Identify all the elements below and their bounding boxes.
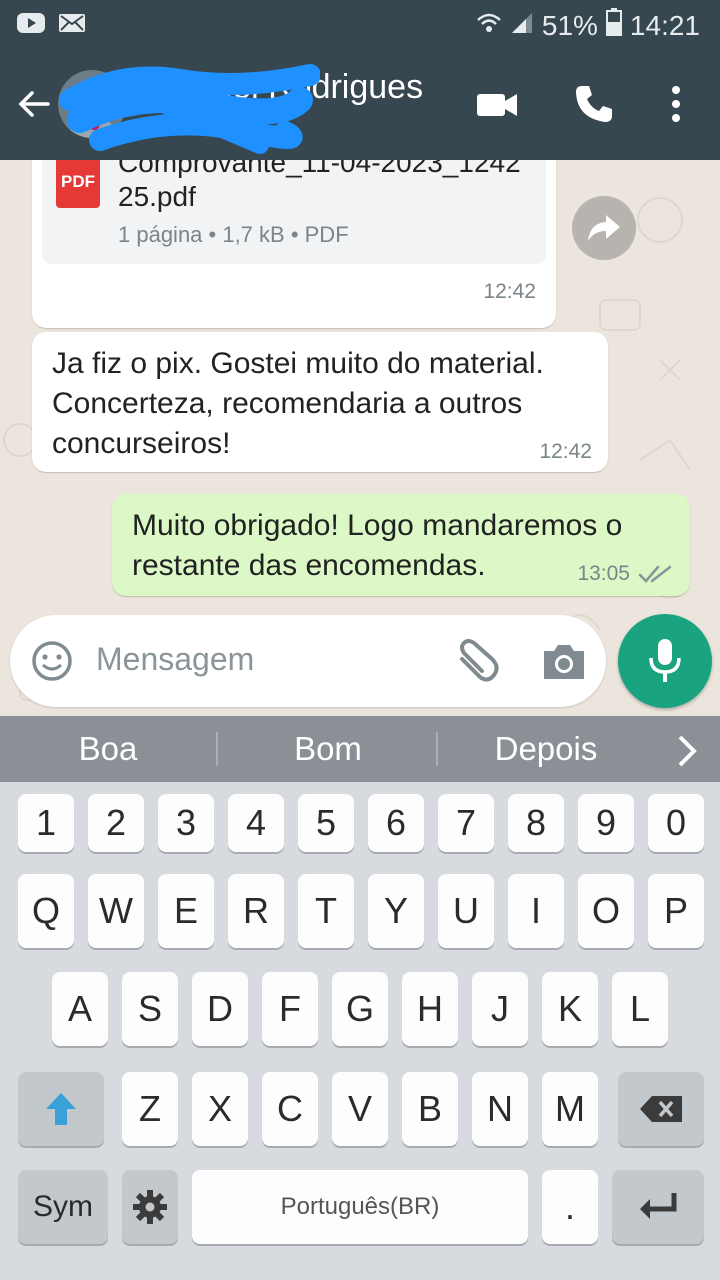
key-j[interactable]: J: [472, 972, 528, 1046]
message-incoming[interactable]: Ja fiz o pix. Gostei muito do material. …: [32, 332, 608, 472]
key-0[interactable]: 0: [648, 794, 704, 852]
message-outgoing[interactable]: Muito obrigado! Logo mandaremos o restan…: [112, 494, 690, 596]
keyboard: 1 2 3 4 5 6 7 8 9 0 Q W E R T Y U I O P …: [0, 782, 720, 1280]
key-8[interactable]: 8: [508, 794, 564, 852]
key-x[interactable]: X: [192, 1072, 248, 1146]
voice-message-button[interactable]: [618, 614, 712, 708]
key-p[interactable]: P: [648, 874, 704, 948]
space-key[interactable]: Português(BR): [192, 1170, 528, 1244]
chevron-right-icon[interactable]: [674, 734, 700, 768]
key-h[interactable]: H: [402, 972, 458, 1046]
key-r[interactable]: R: [228, 874, 284, 948]
shift-key[interactable]: [18, 1072, 104, 1146]
key-5[interactable]: 5: [298, 794, 354, 852]
key-l[interactable]: L: [612, 972, 668, 1046]
youtube-icon: [16, 10, 46, 41]
back-button[interactable]: [14, 84, 54, 124]
key-1[interactable]: 1: [18, 794, 74, 852]
attach-icon[interactable]: [452, 637, 504, 685]
key-f[interactable]: F: [262, 972, 318, 1046]
forward-button[interactable]: [572, 196, 636, 260]
gear-icon: [133, 1190, 167, 1224]
microphone-icon: [649, 639, 681, 682]
message-time: 13:05: [577, 562, 630, 585]
key-o[interactable]: O: [578, 874, 634, 948]
message-composer[interactable]: Mensagem: [10, 615, 606, 707]
suggestion-3[interactable]: Depois: [458, 730, 634, 768]
key-6[interactable]: 6: [368, 794, 424, 852]
backspace-icon: [640, 1096, 682, 1122]
back-arrow-icon: [18, 91, 50, 117]
file-meta: 1 página • 1,7 kB • PDF: [118, 222, 349, 247]
message-input[interactable]: Mensagem: [96, 641, 254, 678]
key-a[interactable]: A: [52, 972, 108, 1046]
battery-icon: [605, 8, 622, 43]
redaction-scribble: [60, 64, 320, 154]
chat-header: Wendel Rodrigues 48: [0, 48, 720, 160]
more-vertical-icon: [672, 86, 680, 122]
status-bar: 51% 14:21: [0, 0, 720, 48]
video-call-button[interactable]: [474, 82, 520, 133]
key-u[interactable]: U: [438, 874, 494, 948]
mail-icon: [58, 10, 86, 41]
key-e[interactable]: E: [158, 874, 214, 948]
more-options-button[interactable]: [664, 82, 688, 131]
key-c[interactable]: C: [262, 1072, 318, 1146]
message-document[interactable]: PDF Comprovante_11-04-2023_124225.pdf 1 …: [32, 160, 556, 328]
shift-arrow-icon: [46, 1093, 76, 1125]
period-key[interactable]: .: [542, 1170, 598, 1244]
key-t[interactable]: T: [298, 874, 354, 948]
key-i[interactable]: I: [508, 874, 564, 948]
pdf-file-icon: PDF: [56, 160, 100, 208]
key-s[interactable]: S: [122, 972, 178, 1046]
camera-icon[interactable]: [540, 639, 588, 683]
message-time: 12:42: [539, 440, 592, 463]
backspace-key[interactable]: [618, 1072, 704, 1146]
key-7[interactable]: 7: [438, 794, 494, 852]
pdf-attachment[interactable]: PDF Comprovante_11-04-2023_124225.pdf 1 …: [42, 160, 546, 264]
suggestion-1[interactable]: Boa: [20, 730, 196, 768]
key-m[interactable]: M: [542, 1072, 598, 1146]
phone-icon: [576, 86, 612, 122]
key-2[interactable]: 2: [88, 794, 144, 852]
video-camera-icon: [477, 94, 517, 116]
enter-icon: [640, 1193, 677, 1219]
key-b[interactable]: B: [402, 1072, 458, 1146]
key-3[interactable]: 3: [158, 794, 214, 852]
key-g[interactable]: G: [332, 972, 388, 1046]
symbols-key[interactable]: Sym: [18, 1170, 108, 1244]
clock: 14:21: [629, 9, 700, 41]
key-k[interactable]: K: [542, 972, 598, 1046]
key-9[interactable]: 9: [578, 794, 634, 852]
key-q[interactable]: Q: [18, 874, 74, 948]
suggestion-strip: Boa Bom Depois: [0, 716, 720, 782]
key-w[interactable]: W: [88, 874, 144, 948]
file-name: Comprovante_11-04-2023_124225.pdf: [118, 160, 521, 212]
message-time: 12:42: [483, 280, 536, 303]
message-text: Muito obrigado! Logo mandaremos o restan…: [132, 509, 623, 582]
enter-key[interactable]: [612, 1170, 704, 1244]
key-z[interactable]: Z: [122, 1072, 178, 1146]
key-d[interactable]: D: [192, 972, 248, 1046]
forward-icon: [588, 215, 620, 241]
settings-key[interactable]: [122, 1170, 178, 1244]
key-4[interactable]: 4: [228, 794, 284, 852]
wifi-icon: [476, 10, 502, 42]
read-ticks-icon: [638, 565, 672, 583]
signal-icon: [510, 10, 534, 42]
key-v[interactable]: V: [332, 1072, 388, 1146]
emoji-icon[interactable]: [30, 639, 74, 683]
battery-percent: 51%: [541, 9, 598, 41]
key-y[interactable]: Y: [368, 874, 424, 948]
divider: [436, 732, 438, 766]
suggestion-2[interactable]: Bom: [240, 730, 416, 768]
message-text: Ja fiz o pix. Gostei muito do material. …: [52, 347, 544, 460]
voice-call-button[interactable]: [572, 82, 616, 131]
key-n[interactable]: N: [472, 1072, 528, 1146]
divider: [216, 732, 218, 766]
